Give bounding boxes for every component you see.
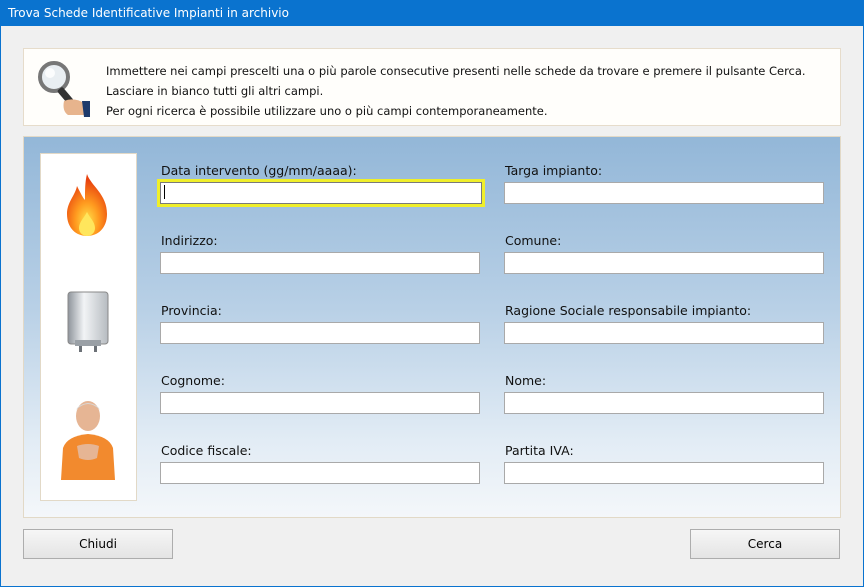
search-button[interactable]: Cerca [690,529,840,559]
partita-iva-input[interactable] [504,462,824,484]
ragione-sociale-input[interactable] [504,322,824,344]
cognome-label: Cognome: [161,373,225,388]
instructions-panel: Immettere nei campi prescelti una o più … [23,48,841,126]
flame-icon [67,174,107,236]
search-dialog: Immettere nei campi prescelti una o più … [1,26,863,586]
nome-input[interactable] [504,392,824,414]
targa-impianto-input[interactable] [504,182,824,204]
provincia-input[interactable] [160,322,480,344]
provincia-label: Provincia: [161,303,222,318]
instructions-text: Immettere nei campi prescelti una o più … [106,61,806,121]
nome-label: Nome: [505,373,547,388]
text-caret [164,185,165,199]
comune-label: Comune: [505,233,562,248]
window-titlebar: Trova Schede Identificative Impianti in … [0,0,864,26]
indirizzo-label: Indirizzo: [161,233,218,248]
boiler-icon [67,291,109,352]
data-intervento-label: Data intervento (gg/mm/aaaa): [161,163,357,178]
side-illustrations [40,153,137,501]
instruction-line: Lasciare in bianco tutti gli altri campi… [106,84,324,98]
targa-impianto-label: Targa impianto: [505,163,603,178]
data-intervento-input[interactable] [157,179,485,207]
instruction-line: Per ogni ricerca è possibile utilizzare … [106,104,548,118]
window-title: Trova Schede Identificative Impianti in … [8,6,289,20]
indirizzo-input[interactable] [160,252,480,274]
comune-input[interactable] [504,252,824,274]
partita-iva-label: Partita IVA: [505,443,574,458]
close-button[interactable]: Chiudi [23,529,173,559]
ragione-sociale-label: Ragione Sociale responsabile impianto: [505,303,752,318]
codice-fiscale-label: Codice fiscale: [161,443,252,458]
person-icon [61,401,115,480]
search-form-panel: Data intervento (gg/mm/aaaa): Targa impi… [23,136,841,518]
instruction-line: Immettere nei campi prescelti una o più … [106,64,806,78]
cognome-input[interactable] [160,392,480,414]
magnifier-hand-icon [38,61,90,117]
codice-fiscale-input[interactable] [160,462,480,484]
